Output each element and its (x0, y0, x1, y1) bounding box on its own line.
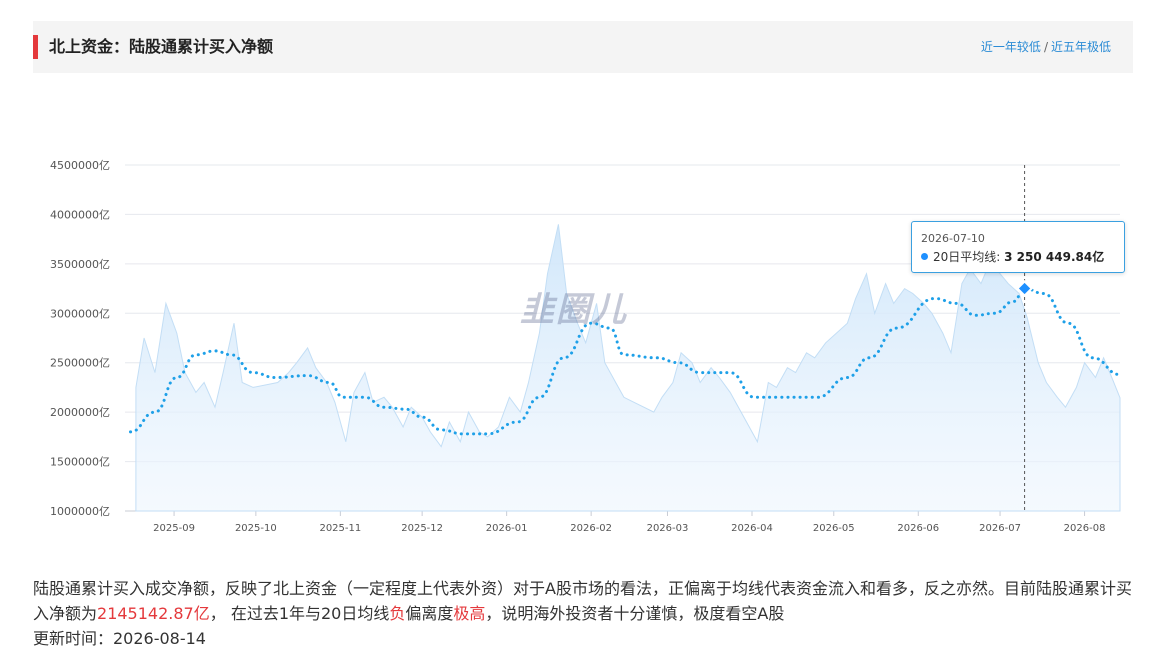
x-tick-label: 2025-10 (235, 523, 277, 534)
x-axis-labels: 2025-09 2025-10 2025-11 2025-12 2026-01 2026-… (153, 511, 1105, 534)
line-chart[interactable]: 1000000亿 1500000亿 2000000亿 2500000亿 3000000亿… (0, 140, 1168, 540)
tooltip-row: 20日平均线: 3 250 449.84亿 (921, 248, 1104, 265)
tooltip-series: 20日平均线: (933, 250, 1001, 264)
x-tick-label: 2026-03 (647, 523, 689, 534)
y-axis-labels: 1000000亿 1500000亿 2000000亿 2500000亿 3000000亿… (50, 159, 110, 518)
x-tick-label: 2026-06 (897, 523, 939, 534)
deviation-direction: 负 (389, 604, 406, 623)
desc-part4: ，说明海外投资者十分谨慎，极度看空A股 (485, 604, 785, 623)
x-tick-label: 2025-12 (401, 523, 443, 534)
deviation-level: 极高 (453, 604, 486, 623)
five-year-link[interactable]: 近五年极低 (1051, 40, 1111, 54)
y-tick-label: 3000000亿 (50, 307, 110, 320)
accent-bar (33, 35, 38, 59)
y-tick-label: 4500000亿 (50, 159, 110, 172)
y-tick-label: 2500000亿 (50, 357, 110, 370)
x-tick-label: 2025-09 (153, 523, 195, 534)
page-title: 北上资金：陆股通累计买入净额 (49, 37, 274, 56)
y-tick-label: 1000000亿 (50, 505, 110, 518)
tooltip-value: 3 250 449.84亿 (1004, 250, 1105, 264)
highlight-marker (1016, 280, 1034, 298)
link-separator: / (1043, 40, 1048, 54)
x-tick-label: 2026-04 (731, 523, 773, 534)
section-header: 北上资金：陆股通累计买入净额 近一年较低 / 近五年极低 (33, 21, 1133, 73)
chart-tooltip: 2026-07-10 20日平均线: 3 250 449.84亿 (911, 221, 1125, 273)
y-tick-label: 1500000亿 (50, 456, 110, 469)
desc-part2: ， 在过去1年与20日均线 (209, 604, 390, 623)
tooltip-date: 2026-07-10 (921, 232, 985, 245)
y-tick-label: 2000000亿 (50, 406, 110, 419)
update-time: 更新时间：2026-08-14 (33, 629, 206, 648)
x-tick-label: 2026-08 (1064, 523, 1106, 534)
x-tick-label: 2026-05 (813, 523, 855, 534)
x-tick-label: 2026-01 (486, 523, 528, 534)
one-year-link[interactable]: 近一年较低 (981, 40, 1041, 54)
y-tick-label: 4000000亿 (50, 208, 110, 221)
y-tick-label: 3500000亿 (50, 258, 110, 271)
x-tick-label: 2025-11 (319, 523, 361, 534)
desc-part3: 偏离度 (405, 604, 454, 623)
range-links: 近一年较低 / 近五年极低 (981, 37, 1111, 57)
x-tick-label: 2026-07 (979, 523, 1021, 534)
description: 陆股通累计买入成交净额，反映了北上资金（一定程度上代表外资）对于A股市场的看法，… (33, 576, 1133, 626)
watermark-logo: 韭圈儿 (520, 290, 628, 330)
current-value: 2145142.87亿 (97, 604, 210, 623)
series-dot-icon (921, 253, 928, 260)
x-tick-label: 2026-02 (570, 523, 612, 534)
